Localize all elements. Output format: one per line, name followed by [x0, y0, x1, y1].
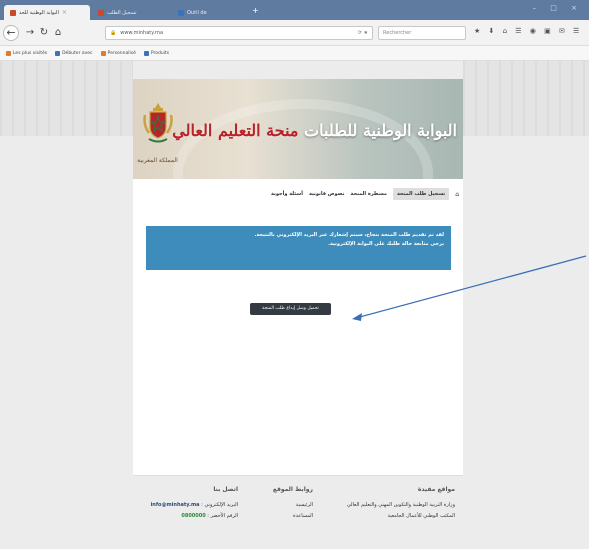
annotation-arrow-icon [352, 255, 587, 321]
